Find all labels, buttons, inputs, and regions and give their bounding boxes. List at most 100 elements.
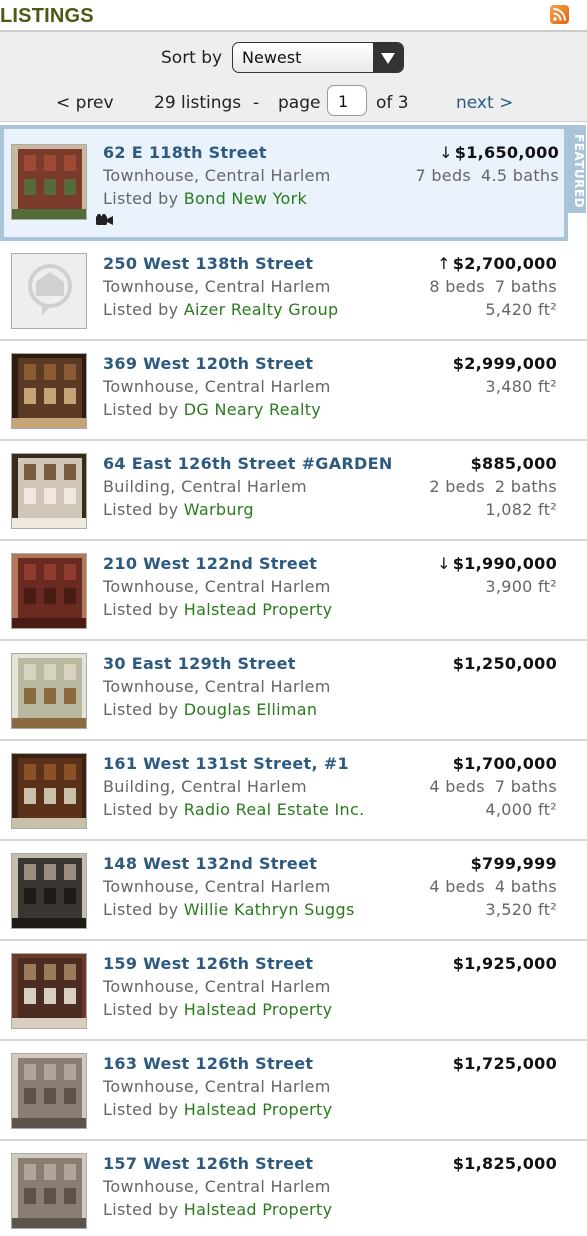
listing-address-link[interactable]: 369 West 120th Street	[103, 354, 313, 373]
listing-price: $885,000	[471, 454, 557, 473]
listing-agent: Listed by Aizer Realty Group	[103, 300, 339, 319]
listing-photo[interactable]	[11, 553, 87, 629]
listing-type: Townhouse, Central Harlem	[103, 877, 331, 896]
baths-count: 4 baths	[494, 877, 557, 896]
listing-photo[interactable]	[11, 1053, 87, 1129]
chevron-down-icon[interactable]	[373, 43, 403, 72]
listing-photo[interactable]	[11, 253, 87, 329]
next-page-link[interactable]: next >	[456, 93, 513, 113]
broker-link[interactable]: Warburg	[184, 500, 254, 519]
listing-photo[interactable]	[11, 953, 87, 1029]
listing-agent: Listed by Radio Real Estate Inc.	[103, 800, 364, 819]
listed-by-label: Listed by	[103, 600, 179, 619]
listing-type: Townhouse, Central Harlem	[103, 1077, 331, 1096]
listing-agent: Listed by Halstead Property	[103, 1200, 332, 1219]
listing-price: $1,725,000	[453, 1054, 557, 1073]
square-footage: 5,420 ft²	[485, 300, 557, 319]
listing-row[interactable]: 157 West 126th Street Townhouse, Central…	[0, 1141, 587, 1236]
beds-count: 8 beds	[429, 277, 485, 296]
page-total: of 3	[376, 93, 409, 113]
price-value: $1,825,000	[452, 1154, 557, 1173]
listing-photo[interactable]	[11, 653, 87, 729]
price-change-arrow-icon: ↓	[437, 554, 451, 573]
beds-baths: 2 beds 2 baths	[429, 477, 557, 496]
broker-link[interactable]: Bond New York	[184, 189, 307, 208]
listing-type: Building, Central Harlem	[103, 477, 307, 496]
broker-link[interactable]: Halstead Property	[184, 600, 333, 619]
baths-count: 4.5 baths	[481, 166, 559, 185]
listings-list: 62 E 118th Street Townhouse, Central Har…	[0, 125, 587, 1236]
listing-agent: Listed by Willie Kathryn Suggs	[103, 900, 355, 919]
listing-address-link[interactable]: 148 West 132nd Street	[103, 854, 317, 873]
broker-link[interactable]: DG Neary Realty	[184, 400, 321, 419]
listing-photo[interactable]	[11, 753, 87, 829]
sort-row: Sort by Newest	[0, 42, 587, 74]
listing-row[interactable]: 30 East 129th Street Townhouse, Central …	[0, 641, 587, 741]
listing-address-link[interactable]: 62 E 118th Street	[103, 143, 267, 162]
price-change-arrow-icon: ↓	[439, 143, 453, 162]
square-footage: 4,000 ft²	[485, 800, 557, 819]
listing-address-link[interactable]: 161 West 131st Street, #1	[103, 754, 349, 773]
price-value: $1,650,000	[454, 143, 559, 162]
broker-link[interactable]: Willie Kathryn Suggs	[184, 900, 355, 919]
listing-price: $1,250,000	[453, 654, 557, 673]
listing-photo[interactable]	[11, 1153, 87, 1229]
listing-address-link[interactable]: 64 East 126th Street #GARDEN	[103, 454, 393, 473]
price-value: $799,999	[470, 854, 557, 873]
listing-row[interactable]: 148 West 132nd Street Townhouse, Central…	[0, 841, 587, 941]
listing-agent: Listed by DG Neary Realty	[103, 400, 321, 419]
broker-link[interactable]: Radio Real Estate Inc.	[184, 800, 365, 819]
listed-by-label: Listed by	[103, 189, 179, 208]
listing-address-link[interactable]: 157 West 126th Street	[103, 1154, 313, 1173]
listing-row[interactable]: 64 East 126th Street #GARDEN Building, C…	[0, 441, 587, 541]
listed-by-label: Listed by	[103, 1000, 179, 1019]
listing-row[interactable]: 159 West 126th Street Townhouse, Central…	[0, 941, 587, 1041]
square-footage: 1,082 ft²	[485, 500, 557, 519]
listing-type: Townhouse, Central Harlem	[103, 166, 331, 185]
listing-photo[interactable]	[11, 144, 87, 220]
rss-icon[interactable]	[550, 5, 569, 24]
listing-price: $1,925,000	[453, 954, 557, 973]
listing-type: Townhouse, Central Harlem	[103, 677, 331, 696]
pager-separator: -	[253, 93, 260, 113]
listed-by-label: Listed by	[103, 1100, 179, 1119]
listed-by-label: Listed by	[103, 400, 179, 419]
broker-link[interactable]: Halstead Property	[184, 1200, 333, 1219]
square-footage: 3,520 ft²	[485, 900, 557, 919]
broker-link[interactable]: Douglas Elliman	[184, 700, 318, 719]
beds-baths: 8 beds 7 baths	[429, 277, 557, 296]
listing-row[interactable]: 161 West 131st Street, #1 Building, Cent…	[0, 741, 587, 841]
price-value: $1,250,000	[452, 654, 557, 673]
listing-address-link[interactable]: 159 West 126th Street	[103, 954, 313, 973]
prev-page-link[interactable]: < prev	[56, 93, 114, 113]
video-camera-icon	[96, 214, 113, 225]
listing-address-link[interactable]: 163 West 126th Street	[103, 1054, 313, 1073]
beds-count: 4 beds	[429, 777, 485, 796]
broker-link[interactable]: Halstead Property	[184, 1100, 333, 1119]
listing-address-link[interactable]: 250 West 138th Street	[103, 254, 313, 273]
listing-price: ↓ $1,650,000	[439, 143, 559, 162]
listing-agent: Listed by Halstead Property	[103, 1100, 332, 1119]
page-number-input[interactable]: 1	[327, 85, 367, 116]
sort-select[interactable]: Newest	[232, 42, 404, 73]
listing-address-link[interactable]: 210 West 122nd Street	[103, 554, 317, 573]
listing-row[interactable]: 163 West 126th Street Townhouse, Central…	[0, 1041, 587, 1141]
broker-link[interactable]: Halstead Property	[184, 1000, 333, 1019]
listing-photo[interactable]	[11, 853, 87, 929]
listing-agent: Listed by Halstead Property	[103, 600, 332, 619]
pagination: < prev 29 listings - page 1 of 3 next >	[0, 85, 587, 117]
listing-photo[interactable]	[11, 353, 87, 429]
listing-photo[interactable]	[11, 453, 87, 529]
listing-row[interactable]: 210 West 122nd Street Townhouse, Central…	[0, 541, 587, 641]
listings-header: LISTINGS	[0, 0, 587, 32]
listing-address-link[interactable]: 30 East 129th Street	[103, 654, 296, 673]
featured-listing-row[interactable]: 62 E 118th Street Townhouse, Central Har…	[0, 125, 586, 241]
baths-count: 2 baths	[494, 477, 557, 496]
page-label: page	[278, 93, 321, 113]
broker-link[interactable]: Aizer Realty Group	[184, 300, 339, 319]
listing-row[interactable]: 369 West 120th Street Townhouse, Central…	[0, 341, 587, 441]
beds-count: 7 beds	[415, 166, 472, 185]
sort-selected-value: Newest	[242, 48, 302, 67]
listing-row[interactable]: 250 West 138th Street Townhouse, Central…	[0, 241, 587, 341]
price-change-arrow-icon: ↑	[437, 254, 451, 273]
